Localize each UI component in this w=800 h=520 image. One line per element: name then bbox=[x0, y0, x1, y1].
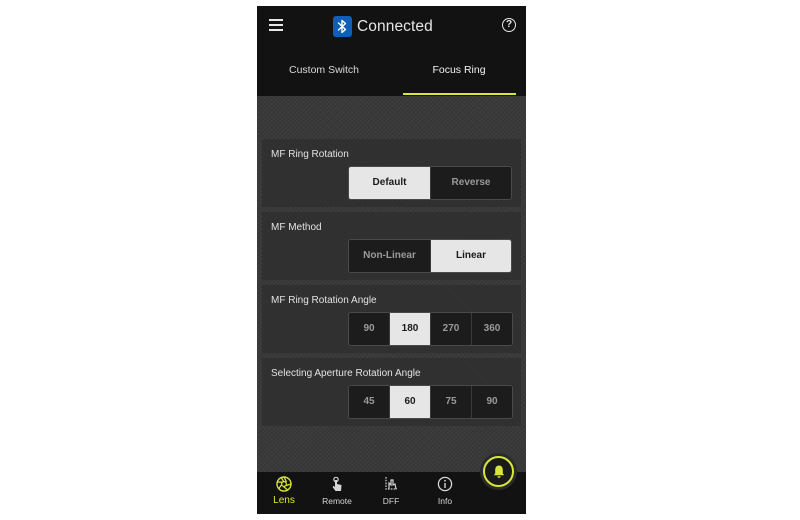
connection-status: Connected bbox=[333, 16, 433, 37]
info-icon bbox=[437, 476, 453, 492]
dff-icon bbox=[385, 477, 397, 490]
remote-touch-icon bbox=[332, 476, 342, 491]
mf-ring-rotation-angle-selector: 90 180 270 360 bbox=[348, 312, 513, 346]
bluetooth-icon bbox=[333, 16, 352, 37]
mf-method-label: MF Method bbox=[271, 222, 322, 233]
nav-info[interactable]: Info bbox=[423, 472, 467, 514]
hamburger-menu-icon[interactable] bbox=[269, 19, 283, 31]
mf-ring-rotation-selector: Default Reverse bbox=[348, 166, 512, 200]
nav-info-label: Info bbox=[437, 496, 453, 506]
aperture-rotation-angle-label: Selecting Aperture Rotation Angle bbox=[271, 368, 421, 379]
option-aperture-60[interactable]: 60 bbox=[390, 386, 431, 418]
active-tab-indicator bbox=[403, 93, 516, 95]
mf-method-card: MF Method Non-Linear Linear bbox=[262, 212, 521, 280]
aperture-icon bbox=[276, 476, 292, 492]
option-reverse[interactable]: Reverse bbox=[431, 167, 511, 199]
option-angle-180[interactable]: 180 bbox=[390, 313, 431, 345]
option-aperture-45[interactable]: 45 bbox=[349, 386, 390, 418]
tab-custom-switch[interactable]: Custom Switch bbox=[257, 46, 391, 94]
nav-lens-label: Lens bbox=[273, 495, 295, 506]
nav-dff[interactable]: DFF bbox=[369, 472, 413, 514]
option-aperture-90[interactable]: 90 bbox=[472, 386, 512, 418]
tab-bar: Custom Switch Focus Ring bbox=[257, 46, 526, 96]
nav-lens[interactable]: Lens bbox=[262, 472, 306, 514]
option-angle-270[interactable]: 270 bbox=[431, 313, 472, 345]
option-angle-360[interactable]: 360 bbox=[472, 313, 512, 345]
option-angle-90[interactable]: 90 bbox=[349, 313, 390, 345]
option-aperture-75[interactable]: 75 bbox=[431, 386, 472, 418]
app-header: Connected ? bbox=[257, 6, 526, 46]
help-icon[interactable]: ? bbox=[502, 18, 516, 32]
mf-method-selector: Non-Linear Linear bbox=[348, 239, 512, 273]
notification-button[interactable] bbox=[483, 456, 514, 487]
nav-remote[interactable]: Remote bbox=[315, 472, 359, 514]
page-title: Connected bbox=[357, 17, 433, 35]
aperture-rotation-angle-card: Selecting Aperture Rotation Angle 45 60 … bbox=[262, 358, 521, 426]
mf-ring-rotation-label: MF Ring Rotation bbox=[271, 149, 349, 160]
phone-screen: Connected ? Custom Switch Focus Ring MF … bbox=[257, 6, 526, 514]
option-non-linear[interactable]: Non-Linear bbox=[349, 240, 431, 272]
aperture-rotation-angle-selector: 45 60 75 90 bbox=[348, 385, 513, 419]
tab-focus-ring[interactable]: Focus Ring bbox=[392, 46, 526, 94]
option-linear[interactable]: Linear bbox=[431, 240, 511, 272]
mf-ring-rotation-angle-label: MF Ring Rotation Angle bbox=[271, 295, 377, 306]
mf-ring-rotation-card: MF Ring Rotation Default Reverse bbox=[262, 139, 521, 207]
settings-content: MF Ring Rotation Default Reverse MF Meth… bbox=[257, 96, 526, 472]
mf-ring-rotation-angle-card: MF Ring Rotation Angle 90 180 270 360 bbox=[262, 285, 521, 353]
nav-dff-label: DFF bbox=[382, 496, 400, 506]
bell-icon bbox=[493, 465, 504, 478]
nav-remote-label: Remote bbox=[322, 496, 352, 506]
option-default[interactable]: Default bbox=[349, 167, 431, 199]
